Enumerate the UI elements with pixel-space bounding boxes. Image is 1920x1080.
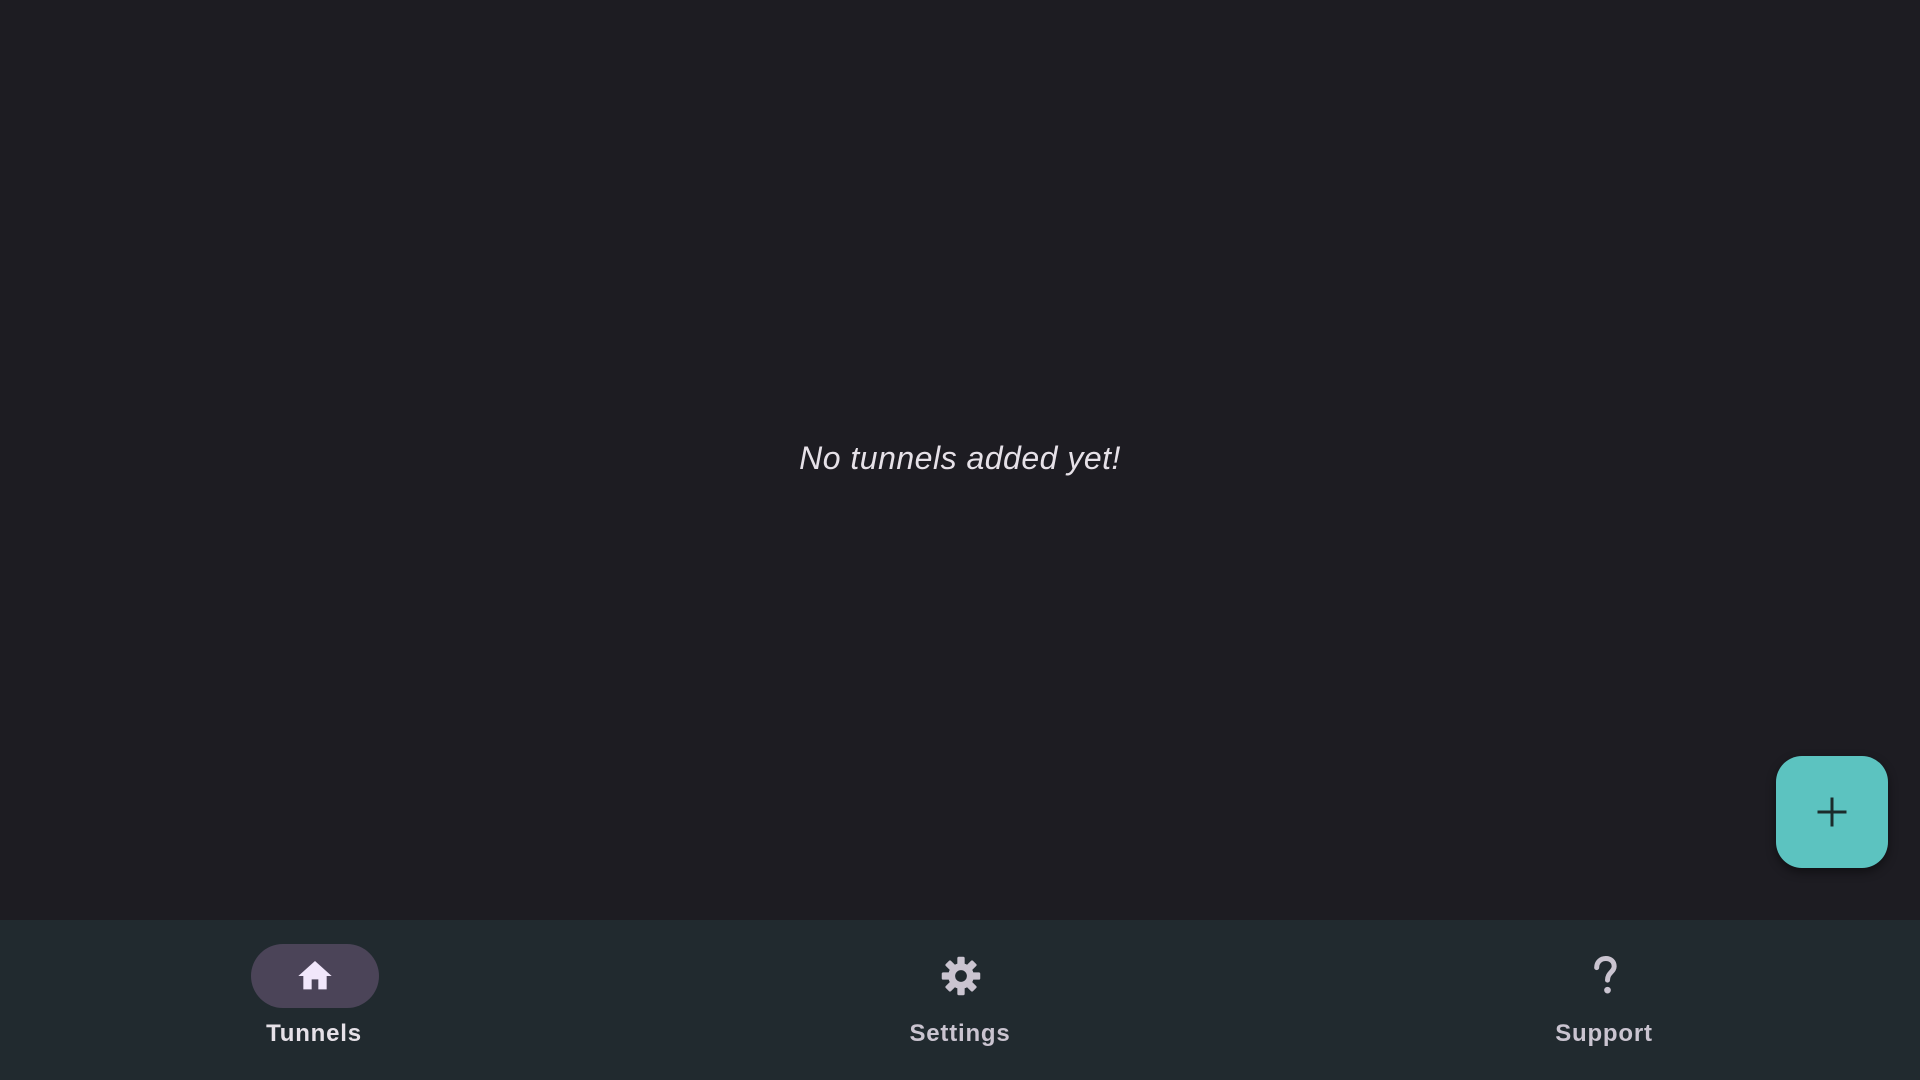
nav-label-settings: Settings <box>909 1020 1011 1047</box>
plus-icon <box>1817 797 1847 827</box>
empty-state-message: No tunnels added yet! <box>799 440 1121 476</box>
home-icon <box>298 961 332 990</box>
nav-item-settings[interactable]: Settings <box>800 920 1120 1080</box>
nav-label-tunnels: Tunnels <box>266 1020 362 1047</box>
tunnels-screen: No tunnels added yet! <box>0 0 1920 920</box>
add-tunnel-button[interactable] <box>1776 756 1888 868</box>
bottom-navigation-bar: Tunnels Settings Support <box>0 920 1920 1080</box>
nav-item-tunnels[interactable]: Tunnels <box>154 920 474 1080</box>
gear-icon <box>941 956 981 996</box>
nav-active-indicator <box>251 944 379 1008</box>
nav-icon-container <box>897 944 1025 1008</box>
nav-label-support: Support <box>1555 1020 1653 1047</box>
nav-item-support[interactable]: Support <box>1444 920 1764 1080</box>
question-mark-icon <box>1594 955 1617 994</box>
nav-icon-container <box>1541 944 1669 1008</box>
app-window: No tunnels added yet! Tunnels Settings S… <box>0 0 1920 1080</box>
